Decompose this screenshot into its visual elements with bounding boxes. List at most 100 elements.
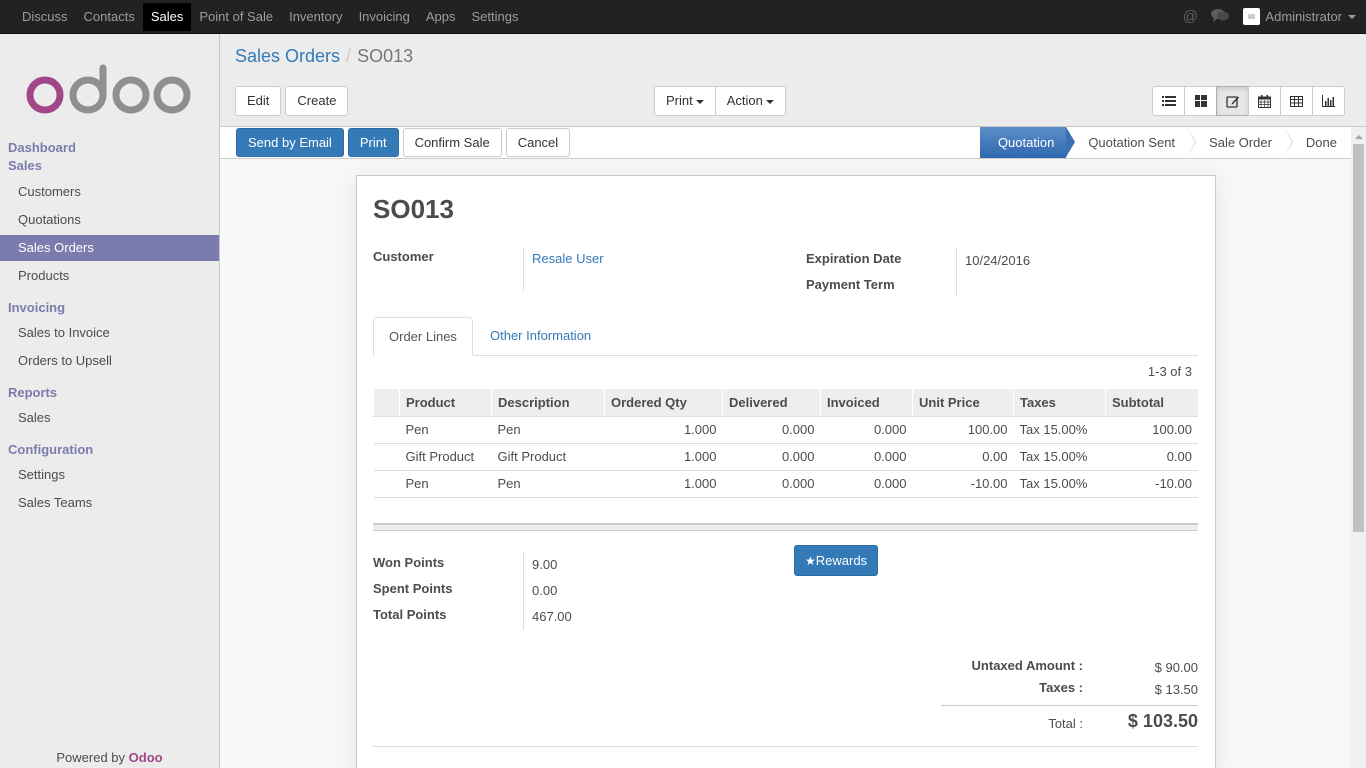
cell-qty: 1.000 (604, 443, 723, 471)
menu-inventory[interactable]: Inventory (281, 0, 350, 33)
print-dropdown[interactable]: Print (654, 86, 716, 116)
sidebar-item-reports-sales[interactable]: Sales (0, 405, 219, 431)
stage-quotation-sent[interactable]: Quotation Sent (1066, 127, 1196, 158)
table-row[interactable]: Gift Product Gift Product 1.000 0.000 0.… (373, 443, 1198, 471)
cell-taxes: Tax 15.00% (1013, 416, 1106, 444)
tab-order-lines[interactable]: Order Lines (373, 317, 473, 356)
row-handle (373, 416, 400, 444)
column-ordered-qty[interactable]: Ordered Qty (604, 389, 723, 417)
sidebar-item-orders-to-upsell[interactable]: Orders to Upsell (0, 348, 219, 374)
menu-contacts[interactable]: Contacts (76, 0, 143, 33)
cell-subtotal: 0.00 (1105, 443, 1198, 471)
star-icon: ★ (805, 554, 816, 568)
form-sheet: SO013 Customer Resale User Expiration Da… (356, 175, 1216, 768)
top-navbar: Discuss Contacts Sales Point of Sale Inv… (0, 0, 1366, 34)
stage-done[interactable]: Done (1283, 127, 1351, 158)
action-dropdown[interactable]: Action (714, 86, 786, 116)
cancel-button[interactable]: Cancel (505, 128, 571, 157)
cell-description: Gift Product (491, 443, 605, 471)
vertical-scrollbar[interactable] (1351, 127, 1366, 768)
sidebar-item-products[interactable]: Products (0, 263, 219, 289)
list-icon (1161, 96, 1176, 106)
menu-point-of-sale[interactable]: Point of Sale (191, 0, 281, 33)
taxes-value: $ 13.50 (1154, 682, 1198, 697)
form-view-button[interactable] (1216, 86, 1249, 116)
cell-invoiced: 0.000 (820, 470, 913, 498)
sidebar-item-sales-orders[interactable]: Sales Orders (0, 235, 219, 261)
graph-view-button[interactable] (1312, 86, 1345, 116)
sidebar-item-settings[interactable]: Settings (0, 462, 219, 488)
expiration-date-label: Expiration Date (806, 251, 902, 266)
list-view-button[interactable] (1152, 86, 1185, 116)
scrollbar-thumb[interactable] (1353, 144, 1364, 532)
menu-invoicing[interactable]: Invoicing (351, 0, 418, 33)
pivot-view-button[interactable] (1280, 86, 1313, 116)
create-button[interactable]: Create (285, 86, 349, 116)
column-description[interactable]: Description (491, 389, 605, 417)
table-header: Product Description Ordered Qty Delivere… (373, 389, 1198, 417)
chevron-down-icon (695, 99, 704, 104)
rewards-button[interactable]: ★Rewards (794, 545, 879, 576)
total-points-label: Total Points (373, 607, 447, 622)
lines-pager: 1-3 of 3 (1147, 364, 1192, 379)
totals-divider (941, 705, 1198, 706)
kanban-view-button[interactable] (1184, 86, 1217, 116)
sidebar-item-quotations[interactable]: Quotations (0, 207, 219, 233)
divider (523, 553, 524, 630)
column-unit-price[interactable]: Unit Price (912, 389, 1014, 417)
tab-other-information[interactable]: Other Information (475, 317, 606, 356)
scroll-up-arrow-icon[interactable] (1355, 135, 1363, 139)
confirm-sale-button[interactable]: Confirm Sale (402, 128, 502, 157)
sidebar-section-configuration: Configuration (8, 442, 94, 457)
table-row[interactable]: Pen Pen 1.000 0.000 0.000 100.00 Tax 15.… (373, 416, 1198, 444)
cell-unit-price: -10.00 (912, 470, 1014, 498)
sidebar-item-customers[interactable]: Customers (0, 179, 219, 205)
payment-term-label: Payment Term (806, 277, 895, 292)
send-by-email-button[interactable]: Send by Email (236, 128, 344, 157)
menu-apps[interactable]: Apps (418, 0, 464, 33)
sidebar-section-invoicing: Invoicing (8, 300, 66, 315)
spent-points-label: Spent Points (373, 581, 453, 596)
column-delivered[interactable]: Delivered (722, 389, 821, 417)
stage-quotation[interactable]: Quotation (979, 127, 1076, 158)
form-statusbar: Send by Email Print Confirm Sale Cancel … (220, 127, 1351, 159)
table-footer (373, 523, 1198, 531)
calendar-view-button[interactable] (1248, 86, 1281, 116)
sidebar-section-sales: Sales (8, 158, 42, 173)
sidebar-section-dashboard[interactable]: Dashboard (8, 140, 76, 155)
sidebar-item-sales-teams[interactable]: Sales Teams (0, 490, 219, 516)
sidebar-actions: Print Action (654, 86, 786, 116)
breadcrumb-sales-orders[interactable]: Sales Orders (235, 46, 340, 66)
edit-button[interactable]: Edit (235, 86, 282, 116)
menu-sales[interactable]: Sales (142, 3, 192, 31)
user-menu[interactable]: Administrator (1243, 8, 1356, 25)
menu-discuss[interactable]: Discuss (14, 0, 76, 33)
user-name: Administrator (1265, 9, 1342, 24)
cell-delivered: 0.000 (722, 416, 821, 444)
total-points-value: 467.00 (532, 609, 572, 624)
print-button[interactable]: Print (347, 128, 399, 157)
odoo-link[interactable]: Odoo (129, 750, 163, 765)
odoo-logo[interactable] (26, 64, 194, 116)
handle-column (373, 389, 400, 417)
cell-product: Pen (399, 416, 492, 444)
row-handle (373, 443, 400, 471)
customer-link[interactable]: Resale User (532, 251, 604, 266)
chevron-down-icon (765, 99, 774, 104)
column-invoiced[interactable]: Invoiced (820, 389, 913, 417)
table-row[interactable]: Pen Pen 1.000 0.000 0.000 -10.00 Tax 15.… (373, 470, 1198, 498)
chat-icon[interactable] (1205, 8, 1235, 26)
menu-settings[interactable]: Settings (464, 0, 527, 33)
cell-description: Pen (491, 470, 605, 498)
cell-taxes: Tax 15.00% (1013, 443, 1106, 471)
total-label: Total : (1048, 716, 1083, 731)
table-icon (1290, 95, 1303, 107)
stage-sale-order[interactable]: Sale Order (1187, 127, 1293, 158)
column-taxes[interactable]: Taxes (1013, 389, 1106, 417)
column-subtotal[interactable]: Subtotal (1105, 389, 1198, 417)
column-product[interactable]: Product (399, 389, 492, 417)
divider (523, 247, 524, 291)
mention-icon[interactable]: @ (1175, 8, 1205, 25)
cell-description: Pen (491, 416, 605, 444)
sidebar-item-sales-to-invoice[interactable]: Sales to Invoice (0, 320, 219, 346)
